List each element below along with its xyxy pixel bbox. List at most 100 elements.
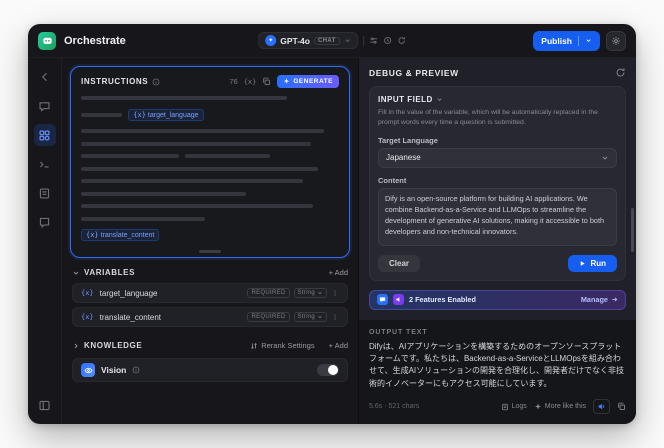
skeleton-line (81, 129, 324, 133)
variable-brace-icon[interactable]: {x} (244, 78, 257, 86)
copy-icon[interactable] (262, 77, 271, 86)
add-variable-button[interactable]: + Add (329, 268, 348, 277)
debug-title: DEBUG & PREVIEW (369, 67, 459, 78)
instructions-card[interactable]: INSTRUCTIONS 76 {x} GENERATE {x} target_… (70, 66, 350, 258)
manage-features-button[interactable]: Manage (581, 295, 618, 304)
skeleton-line (81, 154, 180, 158)
token-label: translate_content (100, 232, 155, 239)
chevron-down-icon[interactable] (72, 269, 80, 277)
debug-actions: Clear Run (378, 254, 617, 272)
model-cluster: ✦ GPT-4o CHAT (258, 32, 406, 49)
play-icon (581, 260, 586, 266)
chevron-down-icon (437, 98, 442, 101)
input-field-description: Fill in the value of the variable, which… (378, 109, 598, 126)
params-sliders-icon[interactable] (369, 36, 378, 45)
vision-toggle[interactable] (317, 364, 339, 376)
variable-row[interactable]: {x} translate_content REQUIRED String (72, 307, 348, 327)
dify-logo-icon[interactable] (38, 31, 56, 50)
required-badge: REQUIRED (247, 288, 290, 298)
topbar-actions: Publish (533, 30, 626, 51)
input-field-title: INPUT FIELD (378, 95, 433, 104)
variable-meta: REQUIRED String (247, 288, 339, 298)
model-selector[interactable]: ✦ GPT-4o CHAT (258, 32, 358, 49)
arrow-right-icon (612, 297, 618, 302)
orchestrate-panel: INSTRUCTIONS 76 {x} GENERATE {x} target_… (62, 58, 358, 424)
sparkle-icon (534, 403, 541, 410)
skeleton-line (81, 191, 247, 196)
instructions-title: INSTRUCTIONS (81, 77, 149, 86)
info-icon (152, 78, 160, 86)
variable-token[interactable]: {x} translate_content (81, 229, 160, 241)
skeleton-line (81, 179, 303, 183)
more-like-this-button[interactable]: More like this (534, 403, 586, 411)
debug-header: DEBUG & PREVIEW (369, 67, 626, 78)
vision-label: Vision (101, 365, 127, 375)
type-badge[interactable]: String (293, 288, 327, 298)
skeleton-line (81, 216, 205, 221)
model-mode-badge: CHAT (313, 36, 340, 45)
restart-icon[interactable] (615, 67, 626, 78)
copy-icon[interactable] (617, 402, 626, 411)
feature-chat-icon (377, 294, 388, 306)
skeleton-line (81, 96, 288, 100)
run-button[interactable]: Run (568, 254, 617, 272)
type-badge[interactable]: String (293, 312, 327, 322)
clear-button[interactable]: Clear (378, 254, 421, 272)
input-field-card: INPUT FIELD Fill in the value of the var… (369, 86, 626, 281)
gear-icon[interactable] (606, 30, 626, 51)
variable-x-icon: {x} (81, 289, 94, 297)
row-menu-icon[interactable] (331, 313, 339, 321)
chevron-right-icon[interactable] (72, 342, 80, 350)
token-prefix: {x} (133, 110, 146, 119)
debug-top: DEBUG & PREVIEW INPUT FIELD Fill in the … (359, 58, 636, 320)
info-icon (132, 366, 140, 374)
resize-handle[interactable] (199, 250, 221, 253)
publish-button[interactable]: Publish (533, 30, 600, 51)
token-prefix: {x} (86, 231, 99, 239)
generate-button[interactable]: GENERATE (277, 75, 339, 88)
variable-row[interactable]: {x} target_language REQUIRED String (72, 283, 348, 303)
divider (578, 35, 579, 46)
rerank-icon (251, 342, 258, 349)
add-knowledge-button[interactable]: + Add (329, 341, 348, 350)
features-bar[interactable]: 2 Features Enabled Manage (369, 289, 626, 310)
output-stats: 5.6s · 521 chars (369, 403, 420, 411)
prompt-editor[interactable]: {x} target_language {x} translate_content (81, 96, 339, 248)
api-terminal-icon[interactable] (34, 153, 56, 175)
annotation-icon[interactable] (34, 211, 56, 233)
chevron-down-icon (318, 291, 322, 295)
language-field-label: Target Language (378, 135, 438, 145)
scrollbar[interactable] (631, 208, 634, 252)
refresh-icon[interactable] (397, 36, 406, 45)
back-arrow-icon[interactable] (34, 66, 56, 88)
skeleton-line (81, 166, 319, 171)
logs-icon[interactable] (34, 182, 56, 204)
page-title: Orchestrate (64, 34, 126, 47)
debug-panel: DEBUG & PREVIEW INPUT FIELD Fill in the … (358, 58, 636, 424)
input-field-header[interactable]: INPUT FIELD (378, 95, 617, 104)
variable-token[interactable]: {x} target_language (128, 108, 204, 121)
logs-button[interactable]: Logs (501, 403, 527, 411)
model-name: GPT-4o (280, 35, 310, 46)
row-menu-icon[interactable] (331, 289, 339, 297)
feature-tts-icon (393, 294, 404, 306)
rerank-settings-button[interactable]: Rerank Settings (250, 341, 315, 350)
knowledge-header: KNOWLEDGE Rerank Settings + Add (72, 341, 348, 350)
speaker-icon[interactable] (593, 399, 610, 415)
variable-meta: REQUIRED String (247, 312, 339, 322)
chevron-down-icon (344, 37, 351, 44)
variables-title: VARIABLES (84, 268, 136, 277)
language-select[interactable]: Japanese (378, 147, 617, 168)
output-title: OUTPUT TEXT (369, 328, 428, 336)
knowledge-title: KNOWLEDGE (84, 341, 143, 350)
output-actions: Logs More like this (501, 399, 626, 415)
collapse-panel-icon[interactable] (34, 394, 56, 416)
content-textarea[interactable]: Dify is an open-source platform for buil… (378, 187, 617, 246)
chat-icon[interactable] (34, 95, 56, 117)
sidebar-item-orchestrate[interactable] (33, 124, 56, 146)
skeleton-line (81, 112, 123, 117)
logs-icon (501, 403, 508, 410)
sidebar (28, 58, 62, 424)
history-icon[interactable] (383, 36, 392, 45)
features-label: 2 Features Enabled (409, 295, 476, 305)
